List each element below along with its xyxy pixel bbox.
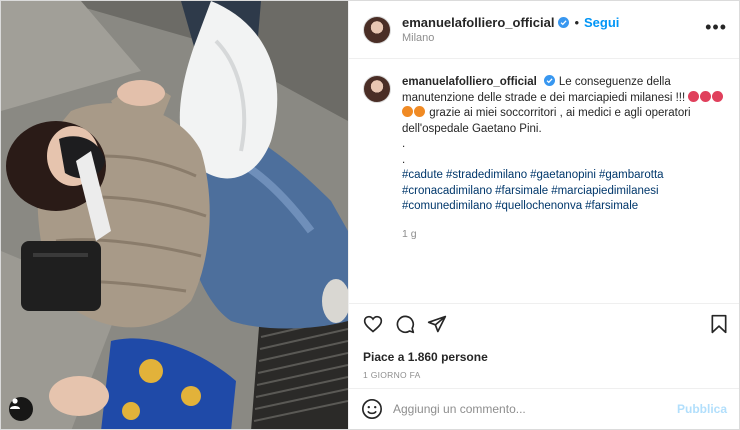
comment-button[interactable] <box>393 312 417 336</box>
comment-icon <box>396 315 415 334</box>
hashtag-link[interactable]: #farsimale <box>585 200 638 212</box>
crying-emoji-icon <box>700 90 712 102</box>
caption-dot-line: . <box>402 153 406 166</box>
verified-badge-icon <box>558 17 570 28</box>
caption-row: emanuelafolliero_official Le conseguenze … <box>363 75 725 242</box>
caption-username-link[interactable]: emanuelafolliero_official <box>402 76 537 88</box>
save-button[interactable] <box>707 312 731 336</box>
post-header: emanuelafolliero_official • Segui Milano… <box>349 1 739 59</box>
comments-area: emanuelafolliero_official Le conseguenze … <box>349 59 739 303</box>
caption-dot-line: . <box>402 138 406 150</box>
comment-input[interactable]: Aggiungi un commento... <box>393 402 677 416</box>
header-text: emanuelafolliero_official • Segui Milano <box>402 15 705 44</box>
follow-button[interactable]: Segui <box>584 15 619 30</box>
hashtag-link[interactable]: #gaetanopini <box>530 169 596 181</box>
action-bar <box>349 303 739 344</box>
crying-emoji-icon <box>712 90 724 102</box>
hashtag-link[interactable]: #cronacadimilano <box>402 185 492 197</box>
publish-button[interactable]: Pubblica <box>677 402 727 416</box>
post-photo[interactable] <box>1 1 348 429</box>
hashtag-link[interactable]: #gambarotta <box>599 169 664 181</box>
user-tag-icon <box>10 398 20 409</box>
bookmark-icon <box>711 314 727 334</box>
hashtag-link[interactable]: #marciapiedimilanesi <box>551 185 658 197</box>
caption: emanuelafolliero_official Le conseguenze … <box>402 75 725 242</box>
paper-plane-icon <box>427 315 447 333</box>
post-date: 1 GIORNO FA <box>363 370 421 380</box>
add-comment-bar: Aggiungi un commento... Pubblica <box>349 388 739 429</box>
header-separator: • <box>574 15 579 30</box>
post-details-panel: emanuelafolliero_official • Segui Milano… <box>348 1 739 429</box>
like-button[interactable] <box>361 312 385 336</box>
hashtag-link[interactable]: #stradedimilano <box>446 169 527 181</box>
heart-icon <box>363 315 383 333</box>
hashtag-list: #cadute #stradedimilano #gaetanopini #gamba… <box>402 168 725 215</box>
verified-badge-icon <box>543 75 555 86</box>
likes-count[interactable]: Piace a 1.860 persone <box>349 344 739 364</box>
username-link[interactable]: emanuelafolliero_official <box>402 15 554 30</box>
angry-emoji-icon <box>414 106 425 117</box>
caption-avatar[interactable] <box>363 75 391 103</box>
tagged-users-button[interactable] <box>9 397 33 421</box>
crying-emoji-icon <box>688 90 700 102</box>
hashtag-link[interactable]: #farsimale <box>495 185 548 197</box>
caption-timestamp[interactable]: 1 g <box>402 227 725 243</box>
angry-emoji-icon <box>402 106 413 117</box>
more-options-button[interactable]: ••• <box>705 18 727 38</box>
hashtag-link[interactable]: #comunedimilano <box>402 200 492 212</box>
smiley-icon[interactable] <box>361 398 383 420</box>
instagram-post: emanuelafolliero_official • Segui Milano… <box>0 0 740 430</box>
share-button[interactable] <box>425 312 449 336</box>
caption-text-2: grazie ai miei soccorritori , ai medici … <box>402 107 691 135</box>
location-link[interactable]: Milano <box>402 32 705 44</box>
post-photo-illustration <box>1 1 348 429</box>
hashtag-link[interactable]: #quellochenonva <box>495 200 582 212</box>
avatar[interactable] <box>363 15 391 44</box>
hashtag-link[interactable]: #cadute <box>402 169 443 181</box>
